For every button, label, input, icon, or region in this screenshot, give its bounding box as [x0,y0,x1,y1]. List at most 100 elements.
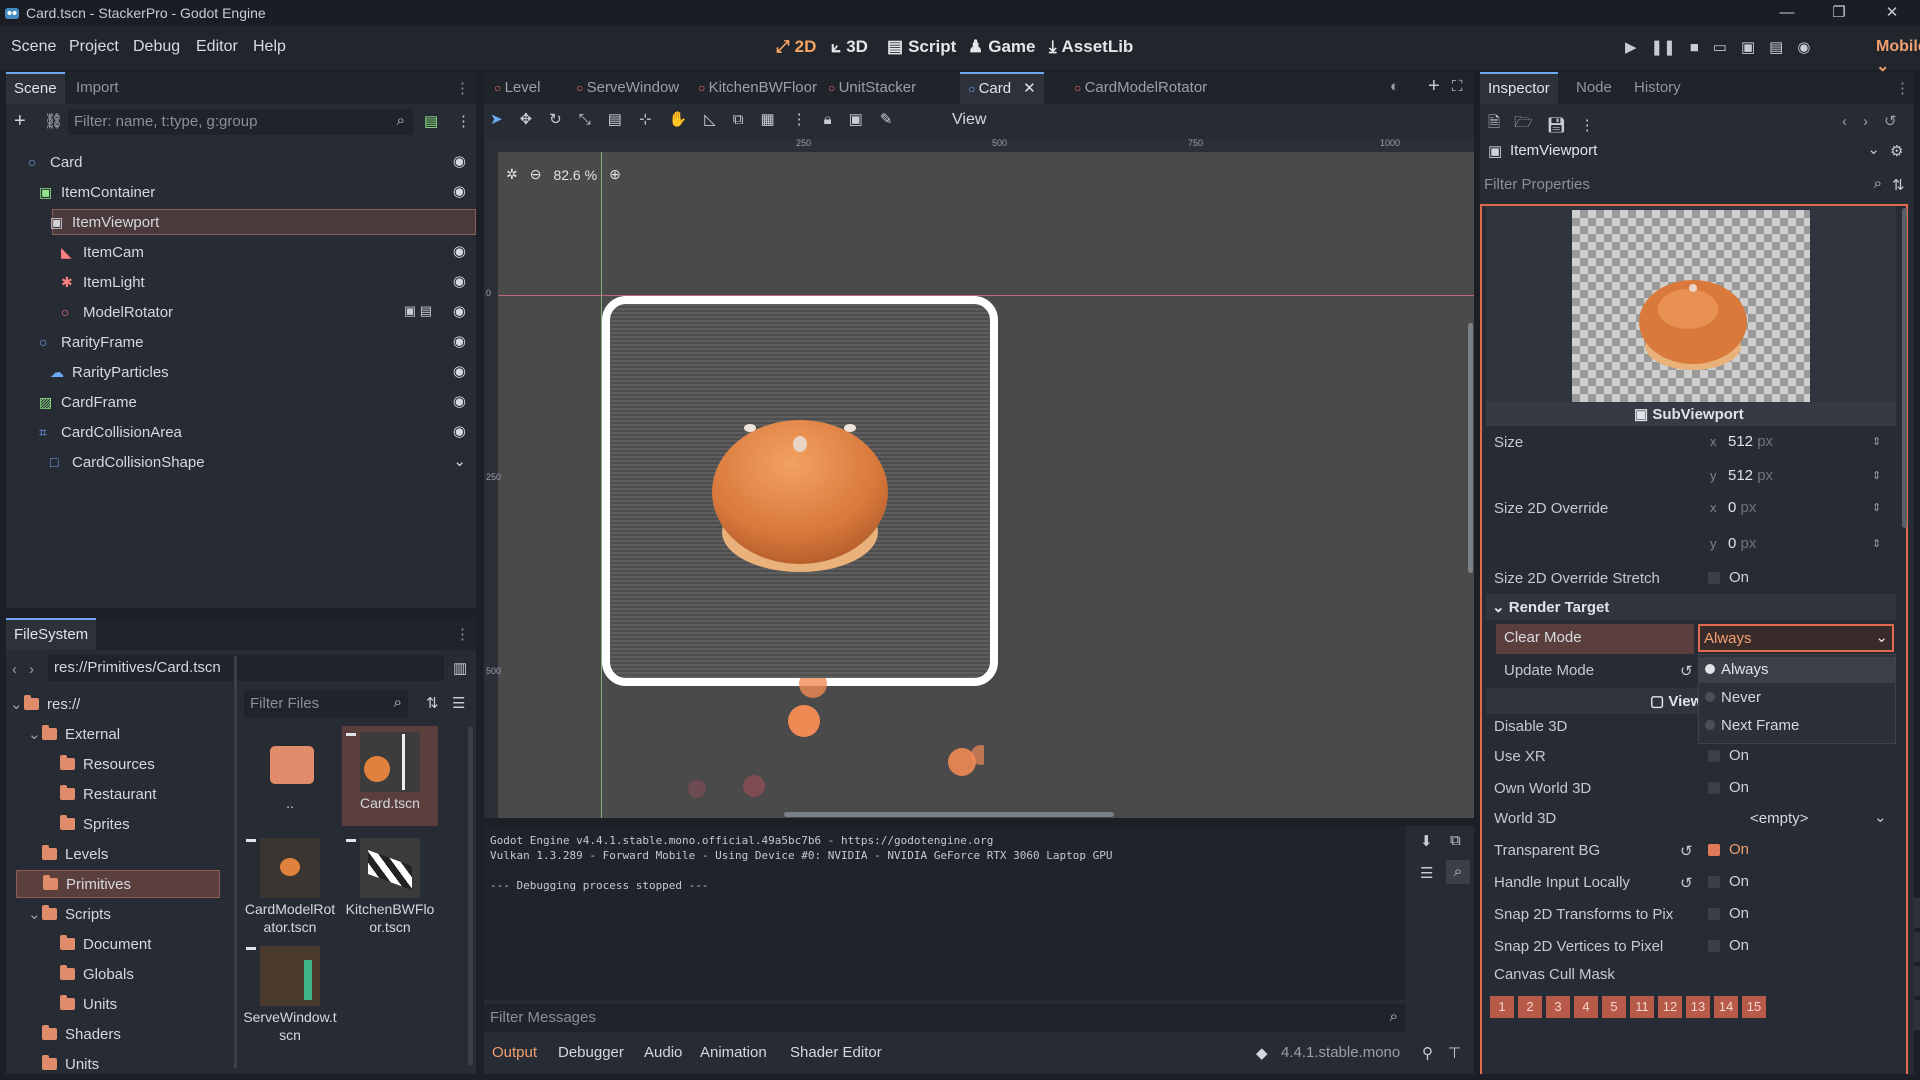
instance-scene-icon[interactable]: ⛓ [44,112,63,130]
tab-import[interactable]: Import [68,72,127,104]
tab-animation[interactable]: Animation [700,1044,767,1061]
pin-icon[interactable]: ⚲ [1422,1044,1433,1062]
menu-help[interactable]: Help [253,38,286,56]
pan-tool-icon[interactable]: ✋ [669,110,688,128]
stop-icon[interactable]: ■ [1690,39,1699,56]
tab-node[interactable]: Node [1568,72,1620,104]
zoom-level[interactable]: 82.6 % [553,167,597,183]
scene-node-cardframe[interactable]: ▨ CardFrame ◉ [6,388,476,416]
lock-icon[interactable]: 🔒︎ [824,111,832,128]
scene-tab-level[interactable]: ○ Level [486,72,548,104]
pivot-tool-icon[interactable]: ⊹ [639,110,652,128]
file-item[interactable]: ▬ CardModelRotator.tscn [242,832,338,935]
scene-node-modelrotator[interactable]: ○ ModelRotator ▣ ▤ ◉ [6,298,476,326]
folder-shaders[interactable]: Shaders [6,1020,220,1048]
output-log[interactable]: Godot Engine v4.4.1.stable.mono.official… [484,826,1406,1000]
menu-project[interactable]: Project [69,38,119,56]
folder-res[interactable]: ⌄ res:// [6,690,220,718]
visibility-eye-icon[interactable]: ◉ [453,362,466,380]
tab-history[interactable]: History [1626,72,1689,104]
zoom-out-icon[interactable]: ⊖ [530,166,542,183]
filter-properties-input[interactable]: Filter Properties ⌕ [1484,172,1884,198]
tab-output[interactable]: Output [492,1044,537,1061]
visibility-eye-icon[interactable]: ◉ [453,242,466,260]
snap-transforms-checkbox[interactable] [1708,908,1720,920]
option-always[interactable]: Always [1699,657,1895,683]
resource-menu-icon[interactable]: ⋮ [1580,116,1595,134]
select-tool-icon[interactable]: ➤ [490,110,503,128]
folder-document[interactable]: Document [6,930,220,958]
folder-resources[interactable]: Resources [6,750,220,778]
scene-tab-unitstacker[interactable]: ○ UnitStacker [820,72,924,104]
h-scrollbar[interactable] [784,812,1114,817]
spinner-icon[interactable]: ⇕ [1872,539,1882,550]
tab-audio[interactable]: Audio [644,1044,682,1061]
rotate-tool-icon[interactable]: ↻ [549,110,562,128]
scene-node-itemcontainer[interactable]: ▣ ItemContainer ◉ [6,178,476,206]
view-menu[interactable]: View [952,111,986,129]
card-preview[interactable] [602,296,998,686]
history-icon[interactable]: ↺ [1884,112,1897,130]
folder-sprites[interactable]: Sprites [6,810,220,838]
size-x-value[interactable]: 512 px [1728,433,1773,450]
spinner-icon[interactable]: ⇕ [1872,437,1882,448]
play-icon[interactable]: ▶ [1625,38,1637,56]
restore-button[interactable]: ❐ [1824,2,1854,24]
cull-mask-bit[interactable]: 2 [1518,996,1542,1018]
visibility-eye-icon[interactable]: ◉ [453,332,466,350]
use-xr-checkbox[interactable] [1708,750,1720,762]
node-badges-icon[interactable]: ▣ ▤ [404,303,432,319]
scene-tab-card[interactable]: ○ Card ✕ [960,72,1044,104]
workspace-game-button[interactable]: ♟ Game [968,37,1036,57]
visibility-eye-icon[interactable]: ◉ [453,302,466,320]
remote-debug-icon[interactable]: ▭ [1713,38,1727,56]
path-field[interactable]: res://Primitives/Card.tscn [48,655,444,681]
expand-arrow-icon[interactable]: ⌄ [10,695,24,713]
clear-icon[interactable]: ⬇ [1420,832,1433,850]
history-back-icon[interactable]: ‹ [1842,113,1847,130]
visibility-eye-icon[interactable]: ◉ [453,422,466,440]
cull-mask-bit[interactable]: 15 [1742,996,1766,1018]
scene-node-cardcollisionshape[interactable]: □ CardCollisionShape ⌄ [6,448,476,476]
splitter[interactable] [234,656,237,1068]
file-item[interactable]: ▬ KitchenBWFloor.tscn [342,832,438,935]
minimize-button[interactable]: — [1772,2,1802,24]
file-item[interactable]: ▬ Card.tscn [342,726,438,826]
scene-tab-servewindow[interactable]: ○ ServeWindow [568,72,687,104]
cull-mask-bit[interactable]: 4 [1574,996,1598,1018]
history-forward-icon[interactable]: › [1863,113,1868,130]
object-selector[interactable]: ▣ ItemViewport ⌄ [1484,138,1884,164]
cull-mask-bit[interactable]: 5 [1602,996,1626,1018]
close-window-button[interactable]: ✕ [1877,2,1907,24]
scene-menu-icon[interactable]: ⋮ [456,112,471,130]
save-resource-icon[interactable]: 💾︎ [1547,116,1566,134]
file-item[interactable]: .. [242,726,338,826]
collapse-icon[interactable]: ☰ [1420,864,1433,882]
load-resource-icon[interactable]: 🗁︎ [1514,112,1533,137]
menu-editor[interactable]: Editor [196,38,238,56]
visibility-eye-icon[interactable]: ◉ [453,152,466,170]
override-x-value[interactable]: 0 px [1728,499,1756,516]
chevron-down-icon[interactable]: ⌄ [453,452,466,470]
copy-icon[interactable]: ⧉ [1450,832,1461,849]
expand-arrow-icon[interactable]: ⌄ [28,725,42,743]
visibility-eye-icon[interactable]: ◉ [453,272,466,290]
size-y-value[interactable]: 512 px [1728,467,1773,484]
bone-tool-icon[interactable]: ✎ [880,110,893,128]
center-view-icon[interactable]: ✲ [506,166,518,183]
snap-options-icon[interactable]: ⋮ [792,110,807,128]
zoom-in-icon[interactable]: ⊕ [609,166,621,183]
override-y-value[interactable]: 0 px [1728,535,1756,552]
tab-debugger[interactable]: Debugger [558,1044,624,1061]
workspace-2d-button[interactable]: ⤢ 2D [776,37,816,57]
folder-scripts[interactable]: ⌄ Scripts [6,900,220,928]
forward-icon[interactable]: › [29,661,34,678]
cull-mask-bit[interactable]: 11 [1630,996,1654,1018]
object-properties-icon[interactable]: ⚙ [1890,142,1903,160]
close-icon[interactable]: ✕ [1023,80,1036,97]
scene-node-card[interactable]: ○ Card ◉ [6,148,476,176]
attach-script-icon[interactable]: ▤ [424,112,438,130]
scene-tab-cardmodelrotator[interactable]: ○ CardModelRotator [1066,72,1215,104]
add-scene-tab-icon[interactable]: + [1428,75,1440,98]
folder-primitives[interactable]: Primitives [16,870,220,898]
